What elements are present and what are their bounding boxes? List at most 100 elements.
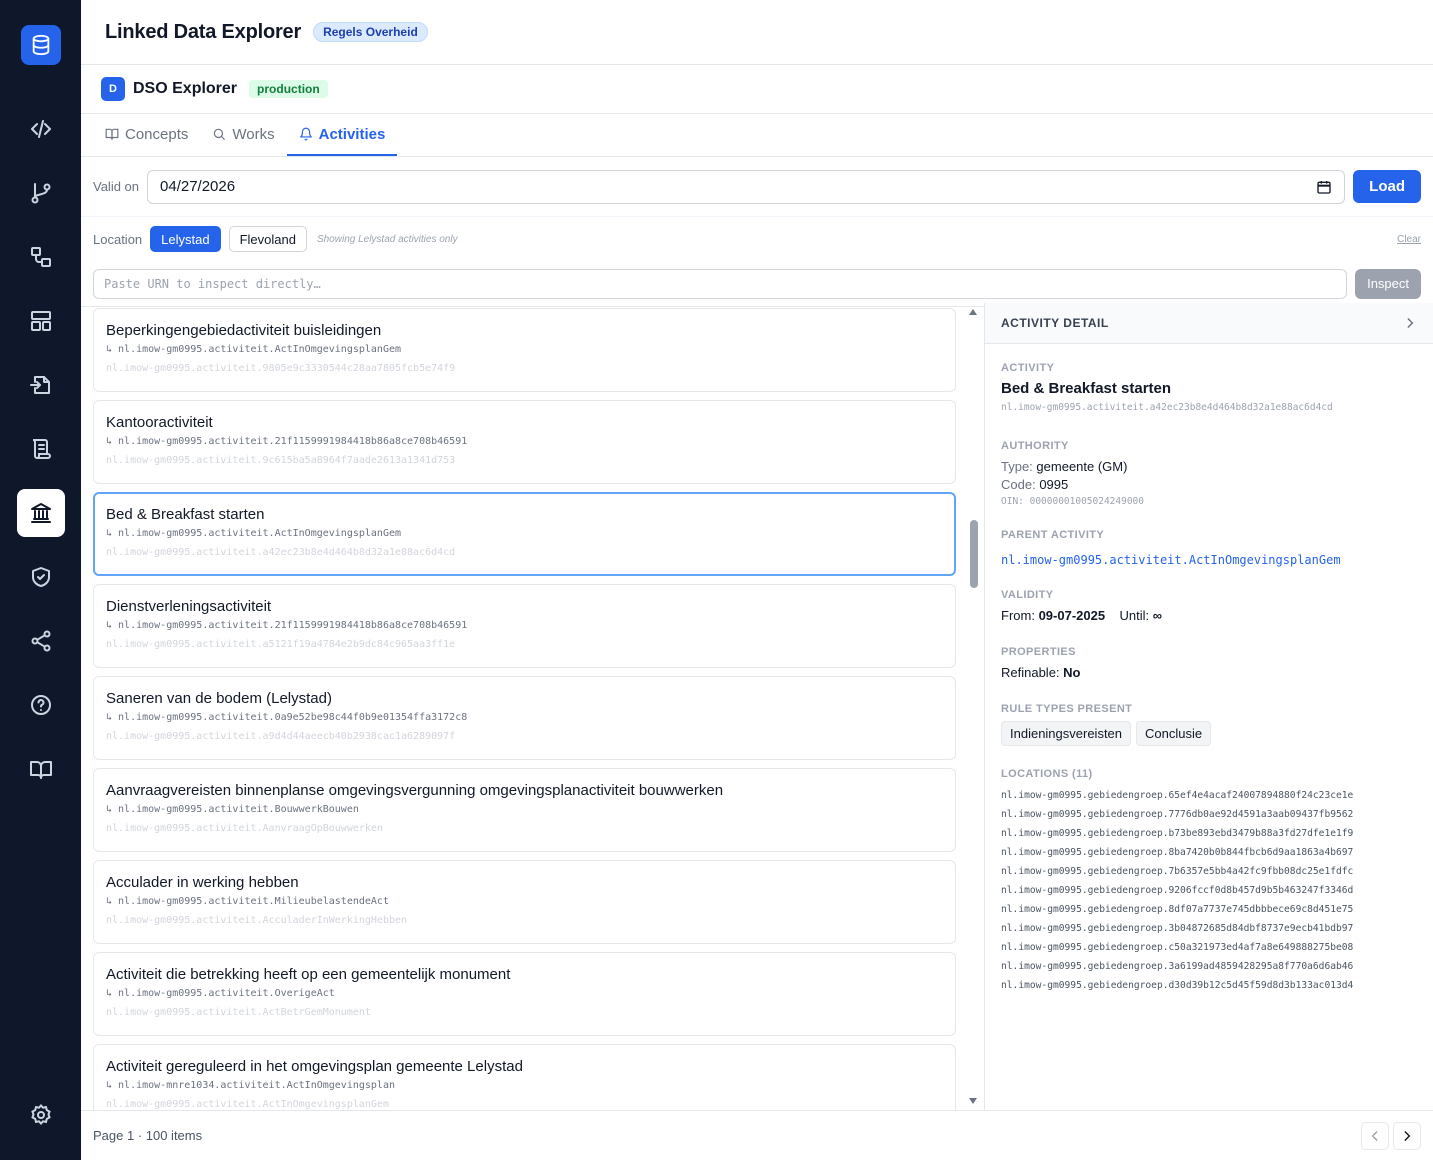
parent-activity-link[interactable]: nl.imow-gm0995.activiteit.ActInOmgevings… (1001, 553, 1417, 567)
scroll-icon[interactable] (17, 425, 65, 473)
activity-title: Kantooractiviteit (106, 414, 213, 431)
scroll-thumb[interactable] (970, 520, 978, 588)
section-label: LOCATIONS (11) (1001, 768, 1093, 780)
activity-id: nl.imow-gm0995.activiteit.9c615ba5a8964f… (106, 455, 456, 466)
landmark-icon[interactable] (17, 489, 65, 537)
prev-page-button[interactable] (1361, 1121, 1389, 1150)
list-item[interactable]: Beperkingengebiedactiviteit buisleidinge… (93, 308, 956, 392)
chevron-right-icon[interactable] (1403, 316, 1417, 330)
section-label: VALIDITY (1001, 589, 1054, 601)
tab-concepts[interactable]: Concepts (93, 114, 200, 156)
location-label: Location (93, 231, 143, 247)
tab-bar: Concepts Works Activities (81, 114, 1433, 157)
app-root: Linked Data Explorer Regels Overheid D D… (0, 0, 1433, 1160)
refinable-property: Refinable: No (1001, 664, 1417, 682)
activity-parent: ↳ nl.imow-gm0995.activiteit.ActInOmgevin… (106, 344, 402, 355)
ruletype-pill: Conclusie (1136, 721, 1212, 746)
until-key: Until: (1119, 608, 1150, 623)
main-area: Linked Data Explorer Regels Overheid D D… (81, 0, 1433, 1160)
shield-check-icon[interactable] (17, 553, 65, 601)
clear-link[interactable]: Clear (1397, 234, 1421, 245)
calendar-icon[interactable] (1316, 179, 1332, 195)
app-header: Linked Data Explorer Regels Overheid (81, 0, 1433, 65)
shapes-icon[interactable] (17, 233, 65, 281)
pagination-footer: Page 1 · 100 items (81, 1110, 1433, 1160)
from-value: 09-07-2025 (1038, 608, 1106, 623)
sidebar (0, 0, 81, 1160)
activity-title: Saneren van de bodem (Lelystad) (106, 690, 332, 707)
share-icon[interactable] (17, 617, 65, 665)
pager-buttons (1361, 1121, 1421, 1150)
activity-id: nl.imow-gm0995.activiteit.ActInOmgevings… (106, 1099, 389, 1110)
layout-icon[interactable] (17, 297, 65, 345)
locations-section: LOCATIONS (11) nl.imow-gm0995.gebiedengr… (1001, 768, 1417, 995)
section-label: PROPERTIES (1001, 646, 1076, 658)
activity-parent: ↳ nl.imow-gm0995.activiteit.21f115999198… (106, 436, 468, 447)
list-item[interactable]: Kantooractiviteit ↳ nl.imow-gm0995.activ… (93, 400, 956, 484)
list-item[interactable]: Activiteit gereguleerd in het omgevingsp… (93, 1044, 956, 1110)
scroll-down-arrow[interactable] (969, 1098, 977, 1104)
search-icon (214, 128, 226, 140)
list-item[interactable]: Aanvraagvereisten binnenplanse omgevings… (93, 768, 956, 852)
authority-type: Type: gemeente (GM) (1001, 458, 1417, 476)
location-filter-row: Location Lelystad Flevoland Showing Lely… (81, 217, 1433, 261)
list-item[interactable]: Acculader in werking hebben ↳ nl.imow-gm… (93, 860, 956, 944)
location-item: nl.imow-gm0995.gebiedengroep.b73be893ebd… (1001, 828, 1354, 839)
detail-activity-id: nl.imow-gm0995.activiteit.a42ec23b8e4d46… (1001, 402, 1333, 413)
load-button[interactable]: Load (1353, 170, 1421, 203)
location-item: nl.imow-gm0995.gebiedengroep.d30d39b12c5… (1001, 980, 1354, 991)
location-item: nl.imow-gm0995.gebiedengroep.7776db0ae92… (1001, 809, 1354, 820)
list-item-selected[interactable]: Bed & Breakfast starten ↳ nl.imow-gm0995… (93, 492, 956, 576)
tab-label: Activities (318, 125, 386, 143)
list-item[interactable]: Saneren van de bodem (Lelystad) ↳ nl.imo… (93, 676, 956, 760)
detail-body: ACTIVITY Bed & Breakfast starten nl.imow… (985, 344, 1433, 995)
book-open-icon[interactable] (17, 745, 65, 793)
refinable-value: No (1063, 665, 1081, 680)
section-label: PARENT ACTIVITY (1001, 529, 1105, 541)
activity-list-pane: Beperkingengebiedactiviteit buisleidinge… (81, 303, 984, 1110)
org-badge: Regels Overheid (313, 22, 428, 42)
authority-code: Code: 0995 (1001, 476, 1417, 494)
list-item[interactable]: Activiteit die betrekking heeft op een g… (93, 952, 956, 1036)
code-value: 0995 (1039, 477, 1069, 492)
from-key: From: (1001, 608, 1035, 623)
env-badge: production (249, 80, 328, 98)
activity-title: Activiteit die betrekking heeft op een g… (106, 966, 511, 983)
location-item: nl.imow-gm0995.gebiedengroep.8ba7420b0b8… (1001, 847, 1354, 858)
help-icon[interactable] (17, 681, 65, 729)
refinable-key: Refinable: (1001, 665, 1060, 680)
inspect-button[interactable]: Inspect (1355, 268, 1421, 299)
activity-title: Activiteit gereguleerd in het omgevingsp… (106, 1058, 523, 1075)
file-import-icon[interactable] (17, 361, 65, 409)
ruletypes-section: RULE TYPES PRESENT Indieningsvereisten Co… (1001, 703, 1417, 746)
git-branch-icon[interactable] (17, 169, 65, 217)
next-page-button[interactable] (1393, 1121, 1421, 1150)
location-item: nl.imow-gm0995.gebiedengroep.c50a321973e… (1001, 942, 1354, 953)
tab-works[interactable]: Works (200, 114, 286, 156)
list-scrollbar[interactable] (964, 303, 984, 1110)
location-chip-lelystad[interactable]: Lelystad (150, 226, 221, 252)
type-key: Type: (1001, 459, 1033, 474)
activity-parent: ↳ nl.imow-mnre1034.activiteit.ActInOmgev… (106, 1080, 395, 1091)
activity-id: nl.imow-gm0995.activiteit.a9d4d44aeecb40… (106, 731, 456, 742)
location-chip-flevoland[interactable]: Flevoland (228, 226, 307, 252)
activity-id: nl.imow-gm0995.activiteit.AcculaderInWer… (106, 915, 408, 926)
authority-oin: OIN: 00000001005024249000 (1001, 496, 1144, 507)
dataset-avatar: D (101, 77, 125, 101)
scroll-up-arrow[interactable] (969, 309, 977, 315)
code-icon[interactable] (17, 105, 65, 153)
database-icon[interactable] (21, 25, 61, 65)
valid-on-date-input[interactable]: 04/27/2026 (147, 169, 1346, 204)
activity-section: ACTIVITY Bed & Breakfast starten nl.imow… (1001, 362, 1417, 413)
settings-icon[interactable] (17, 1091, 65, 1139)
dataset-name: DSO Explorer (133, 80, 238, 97)
activity-title: Acculader in werking hebben (106, 874, 299, 891)
list-item[interactable]: Dienstverleningsactiviteit ↳ nl.imow-gm0… (93, 584, 956, 668)
tab-activities[interactable]: Activities (286, 114, 398, 156)
location-item: nl.imow-gm0995.gebiedengroep.3a6199ad485… (1001, 961, 1354, 972)
location-item: nl.imow-gm0995.gebiedengroep.7b6357e5bb4… (1001, 866, 1354, 877)
activity-parent: ↳ nl.imow-gm0995.activiteit.OverigeAct (106, 988, 335, 999)
activity-title: Beperkingengebiedactiviteit buisleidinge… (106, 322, 382, 339)
urn-input[interactable]: Paste URN to inspect directly… (93, 268, 1348, 299)
chevron-left-icon (1371, 1130, 1378, 1141)
